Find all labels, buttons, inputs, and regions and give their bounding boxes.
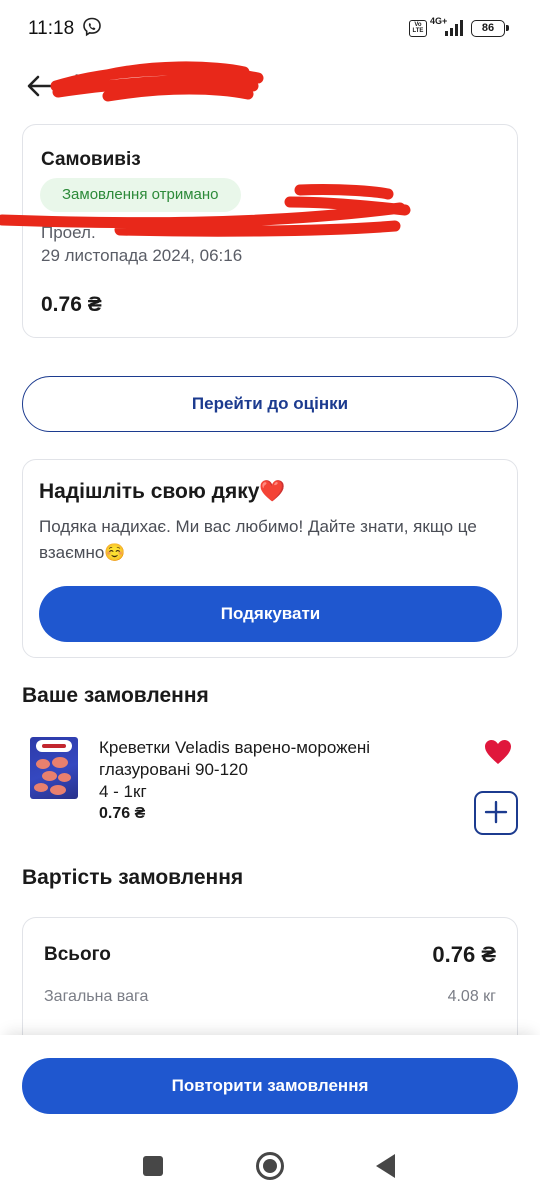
- recent-apps-icon[interactable]: [143, 1156, 163, 1176]
- thanks-card: Надішліть свою дяку❤️ Подяка надихає. Ми…: [22, 459, 518, 658]
- thanks-title: Надішліть свою дяку❤️: [39, 480, 286, 503]
- viber-icon: [83, 17, 101, 37]
- thanks-text: Подяка надихає. Ми вас любимо! Дайте зна…: [39, 517, 477, 562]
- back-arrow-icon[interactable]: [22, 68, 58, 104]
- pickup-title: Самовивіз: [41, 149, 141, 170]
- pickup-card: Самовивіз Замовлення отримано Проел. 29 …: [22, 124, 518, 338]
- rate-order-button[interactable]: Перейти до оцінки: [22, 376, 518, 432]
- nav-back-icon[interactable]: [376, 1154, 395, 1178]
- status-bar: 11:18 Vo LTE 4G+ 86: [0, 0, 540, 58]
- order-date: 29 листопада 2024, 06:16: [41, 246, 243, 265]
- plus-icon[interactable]: [474, 791, 518, 835]
- product-name[interactable]: Креветки Veladis варено-морожені глазуро…: [99, 737, 429, 803]
- your-order-title: Ваше замовлення: [22, 684, 209, 707]
- home-icon[interactable]: [256, 1152, 284, 1180]
- order-total: 0.76 ₴: [41, 293, 102, 316]
- order-number-title: №: [74, 70, 101, 97]
- total-value: 0.76 ₴: [432, 942, 496, 967]
- product-brand-logo: [36, 740, 72, 752]
- bottom-bar: Повторити замовлення: [0, 1035, 540, 1200]
- order-cost-title: Вартість замовлення: [22, 866, 244, 889]
- volte-icon: Vo LTE: [409, 20, 427, 37]
- weight-value: 4.08 кг: [447, 988, 496, 1005]
- repeat-order-button[interactable]: Повторити замовлення: [22, 1058, 518, 1114]
- status-time: 11:18: [28, 18, 75, 39]
- product-price: 0.76 ₴: [99, 805, 146, 822]
- battery-icon: 86: [471, 20, 509, 37]
- heart-icon[interactable]: [484, 739, 512, 765]
- product-image[interactable]: [30, 737, 78, 799]
- issued-label: Проел.: [41, 223, 96, 242]
- signal-icon: [445, 20, 463, 36]
- status-badge: Замовлення отримано: [40, 178, 241, 212]
- thank-button[interactable]: Подякувати: [39, 586, 502, 642]
- total-label: Всього: [44, 944, 111, 965]
- product-quantity: 4 - 1кг: [99, 782, 147, 801]
- weight-label: Загальна вага: [44, 988, 149, 1005]
- product-title: Креветки Veladis варено-морожені глазуро…: [99, 738, 371, 779]
